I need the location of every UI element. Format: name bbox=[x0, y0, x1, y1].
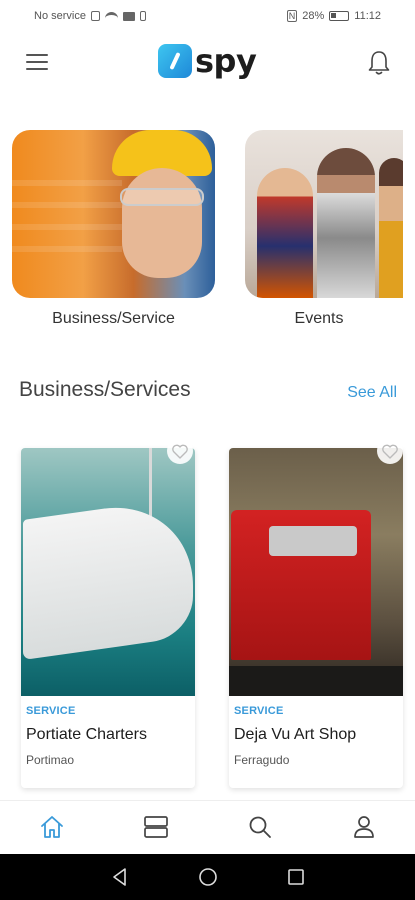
listing-card[interactable]: SERVICE Portiate Charters Portimao bbox=[21, 448, 195, 788]
wifi-icon bbox=[104, 11, 118, 21]
category-business-service[interactable]: Business/Service bbox=[12, 130, 215, 330]
listing-location: Ferragudo bbox=[234, 753, 290, 767]
listing-tag: SERVICE bbox=[234, 705, 284, 717]
favorite-heart-icon[interactable] bbox=[376, 438, 404, 464]
favorite-heart-icon[interactable] bbox=[166, 438, 194, 464]
logo-mark-icon bbox=[158, 44, 192, 78]
logo-text: spy bbox=[195, 42, 257, 80]
listing-location: Portimao bbox=[26, 753, 75, 767]
status-left: No service bbox=[34, 10, 146, 22]
events-category-image bbox=[245, 130, 403, 298]
category-events[interactable]: Events bbox=[245, 130, 403, 330]
nfc-icon: N bbox=[286, 10, 298, 22]
search-icon[interactable] bbox=[246, 813, 274, 841]
see-all-link[interactable]: See All bbox=[347, 384, 397, 402]
home-icon[interactable] bbox=[38, 813, 66, 841]
battery-percent: 28% bbox=[302, 10, 325, 22]
back-icon[interactable] bbox=[110, 867, 130, 887]
listing-title: Portiate Charters bbox=[26, 726, 147, 743]
listing-tag: SERVICE bbox=[26, 705, 76, 717]
listing-image bbox=[21, 448, 195, 696]
bottom-nav bbox=[0, 800, 415, 854]
mail-icon bbox=[122, 11, 135, 21]
app-logo: spy bbox=[158, 42, 257, 80]
system-navigation-bar bbox=[0, 854, 415, 900]
status-right: N 28% 11:12 bbox=[286, 10, 381, 22]
notification-icon bbox=[139, 11, 146, 21]
business-category-image bbox=[12, 130, 215, 298]
recent-apps-icon[interactable] bbox=[286, 867, 306, 887]
listing-card[interactable]: SERVICE Deja Vu Art Shop Ferragudo bbox=[229, 448, 403, 788]
listing-title: Deja Vu Art Shop bbox=[234, 726, 357, 743]
list-icon[interactable] bbox=[142, 813, 170, 841]
home-circle-icon[interactable] bbox=[198, 867, 218, 887]
profile-icon[interactable] bbox=[350, 813, 378, 841]
clock: 11:12 bbox=[354, 10, 381, 22]
sim-icon bbox=[90, 11, 100, 21]
listing-image bbox=[229, 448, 403, 696]
category-label: Events bbox=[294, 310, 344, 327]
status-bar: No service N 28% 11:12 bbox=[0, 0, 415, 32]
bell-icon[interactable] bbox=[367, 50, 391, 76]
hamburger-menu-icon[interactable] bbox=[26, 54, 48, 72]
carrier-text: No service bbox=[34, 10, 86, 22]
battery-icon bbox=[329, 11, 350, 21]
app-header: spy bbox=[0, 36, 415, 94]
section-title: Business/Services bbox=[19, 378, 191, 401]
category-label: Business/Service bbox=[52, 310, 175, 327]
